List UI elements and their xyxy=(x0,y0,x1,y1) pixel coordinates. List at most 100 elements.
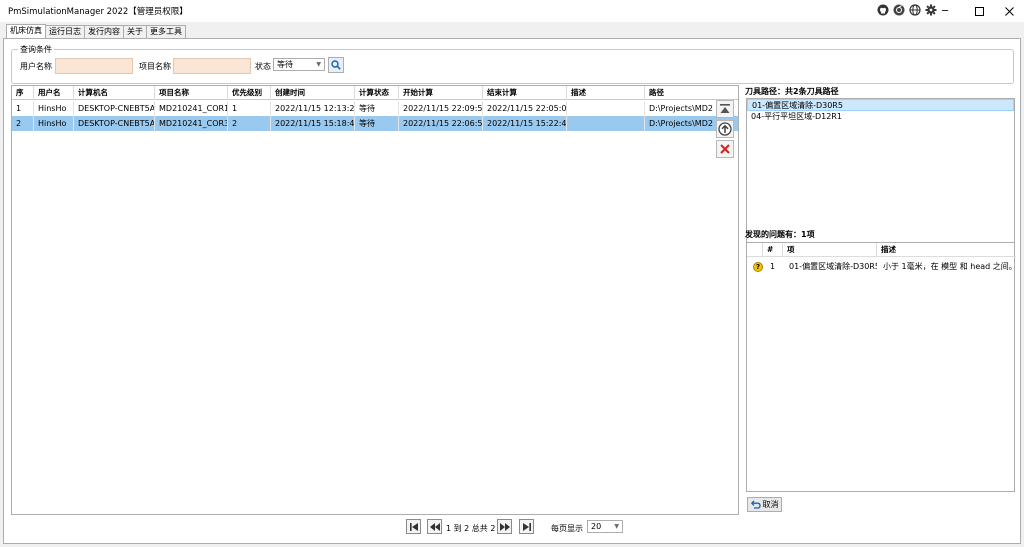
tab-machine-simulation[interactable]: 机床仿真 xyxy=(6,24,46,38)
cell-priority: 2 xyxy=(228,116,271,131)
cell-end: 2022/11/15 15:22:49 xyxy=(483,116,567,131)
issues-header-item[interactable]: 项 xyxy=(783,243,877,257)
table-row-selected[interactable]: 2 HinsHo DESKTOP-CNEBT5A MD210241_COR3 2… xyxy=(12,116,738,131)
page-info: 1 到 2 总共 2 xyxy=(446,524,496,533)
minimize-button[interactable]: ─ xyxy=(928,0,962,22)
rewind-icon xyxy=(429,522,440,531)
delete-row-button[interactable] xyxy=(716,140,734,158)
col-header-start[interactable]: 开始计算 xyxy=(399,86,483,100)
cell-description xyxy=(567,101,645,116)
cell-created: 2022/11/15 15:18:48 xyxy=(271,116,355,131)
tab-strip: 机床仿真 运行日志 发行内容 关于 更多工具 xyxy=(6,24,186,38)
tab-release-notes[interactable]: 发行内容 xyxy=(84,25,124,38)
fast-forward-icon xyxy=(499,522,510,531)
title-bar: PmSimulationManager 2022【管理员权限】 ─ xyxy=(0,0,1024,22)
issue-item: 01-偏置区域清除-D30R5 xyxy=(789,262,877,271)
prev-page-button[interactable] xyxy=(427,519,442,534)
last-page-button[interactable] xyxy=(519,519,534,534)
list-item[interactable]: 04-平行平坦区域-D12R1 xyxy=(747,111,1014,123)
cell-index: 1 xyxy=(12,101,34,116)
tab-run-log[interactable]: 运行日志 xyxy=(45,25,85,38)
col-header-project[interactable]: 项目名称 xyxy=(155,86,228,100)
move-top-icon xyxy=(720,104,730,113)
cell-project: MD210241_COR3 xyxy=(155,116,228,131)
col-header-user[interactable]: 用户名 xyxy=(34,86,74,100)
cell-user: HinsHo xyxy=(34,116,74,131)
issues-header-desc[interactable]: 描述 xyxy=(877,243,1016,257)
main-content: 查询条件 用户名称 项目名称 状态 等待 ▼ 序 用户名 计算机名 项目名称 优… xyxy=(3,38,1021,544)
undo-icon xyxy=(750,500,761,509)
user-name-input[interactable] xyxy=(55,58,133,74)
toolpaths-label: 刀具路径：共2条刀具路径 xyxy=(745,87,839,96)
cell-status: 等待 xyxy=(355,101,399,116)
cell-end: 2022/11/15 22:05:00 xyxy=(483,101,567,116)
cell-index: 2 xyxy=(12,116,34,131)
cell-start: 2022/11/15 22:06:54 xyxy=(399,116,483,131)
cancel-button[interactable]: 取消 xyxy=(747,497,782,512)
cell-status: 等待 xyxy=(355,116,399,131)
status-label: 状态 xyxy=(255,62,271,71)
close-icon xyxy=(1004,6,1014,16)
delete-x-icon xyxy=(720,144,730,154)
first-page-button[interactable] xyxy=(406,519,421,534)
cell-description xyxy=(567,116,645,131)
window-title: PmSimulationManager 2022【管理员权限】 xyxy=(8,7,188,17)
project-name-input[interactable] xyxy=(173,58,251,74)
move-to-top-button[interactable] xyxy=(716,100,734,118)
cell-computer: DESKTOP-CNEBT5A xyxy=(74,116,155,131)
arrow-up-circle-icon xyxy=(718,122,732,136)
col-header-priority[interactable]: 优先级别 xyxy=(228,86,271,100)
col-header-path[interactable]: 路径 xyxy=(645,86,738,100)
search-icon xyxy=(331,60,341,70)
cell-created: 2022/11/15 12:13:25 xyxy=(271,101,355,116)
close-button[interactable] xyxy=(992,0,1024,22)
search-button[interactable] xyxy=(328,57,344,73)
issues-label: 发现的问题有：1项 xyxy=(745,230,815,239)
issues-table: # 项 描述 ? 1 01-偏置区域清除-D30R5 小于 1毫米，在 模型 和… xyxy=(746,242,1016,492)
maximize-button[interactable] xyxy=(962,0,996,22)
chevron-down-icon: ▼ xyxy=(316,61,321,68)
cancel-label: 取消 xyxy=(762,500,779,509)
col-header-created[interactable]: 创建时间 xyxy=(271,86,355,100)
globe-icon[interactable] xyxy=(908,3,922,17)
table-row[interactable]: 1 HinsHo DESKTOP-CNEBT5A MD210241_COR1 1… xyxy=(12,101,738,116)
simulation-grid: 序 用户名 计算机名 项目名称 优先级别 创建时间 计算状态 开始计算 结束计算… xyxy=(11,85,739,515)
cell-project: MD210241_COR1 xyxy=(155,101,228,116)
per-page-value: 20 xyxy=(591,522,602,531)
col-header-end[interactable]: 结束计算 xyxy=(483,86,567,100)
issues-header-num[interactable]: # xyxy=(763,243,783,257)
list-item[interactable]: 01-偏置区域清除-D30R5 xyxy=(747,99,1014,111)
warning-question-icon: ? xyxy=(753,262,763,272)
cell-computer: DESKTOP-CNEBT5A xyxy=(74,101,155,116)
cell-path: D:\Projects\MD210241 xyxy=(649,119,713,128)
issue-num: 1 xyxy=(770,262,776,271)
query-legend: 查询条件 xyxy=(18,44,54,55)
last-page-icon xyxy=(522,522,531,531)
cell-user: HinsHo xyxy=(34,101,74,116)
link-icon[interactable] xyxy=(892,3,906,17)
cell-path: D:\Projects\MD210241 xyxy=(649,104,713,113)
status-select-value: 等待 xyxy=(277,60,293,69)
cell-start: 2022/11/15 22:09:57 xyxy=(399,101,483,116)
cell-priority: 1 xyxy=(228,101,271,116)
chevron-down-icon: ▼ xyxy=(614,523,619,530)
issues-header-icon xyxy=(747,243,763,257)
minimize-icon: ─ xyxy=(941,5,949,17)
col-header-computer[interactable]: 计算机名 xyxy=(74,86,155,100)
tab-about[interactable]: 关于 xyxy=(123,25,147,38)
tab-more-tools[interactable]: 更多工具 xyxy=(146,25,186,38)
per-page-label: 每页显示 xyxy=(551,524,583,533)
status-select[interactable]: 等待 ▼ xyxy=(273,58,325,71)
query-group: 查询条件 用户名称 项目名称 状态 等待 ▼ xyxy=(11,44,1014,84)
per-page-select[interactable]: 20 ▼ xyxy=(587,520,623,533)
col-header-status[interactable]: 计算状态 xyxy=(355,86,399,100)
col-header-index[interactable]: 序 xyxy=(12,86,34,100)
first-page-icon xyxy=(409,522,418,531)
grid-header: 序 用户名 计算机名 项目名称 优先级别 创建时间 计算状态 开始计算 结束计算… xyxy=(12,86,738,100)
project-name-label: 项目名称 xyxy=(139,62,171,71)
github-icon[interactable] xyxy=(876,3,890,17)
next-page-button[interactable] xyxy=(497,519,512,534)
maximize-icon xyxy=(974,6,984,16)
col-header-description[interactable]: 描述 xyxy=(567,86,645,100)
move-up-button[interactable] xyxy=(716,120,734,138)
